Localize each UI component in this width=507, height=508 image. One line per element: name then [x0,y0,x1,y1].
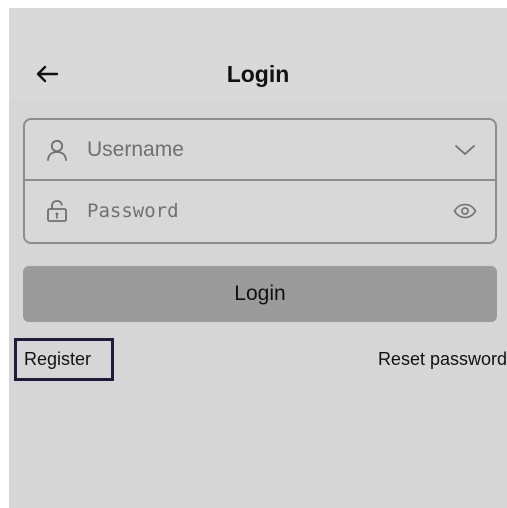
toggle-password-visibility-button[interactable] [449,195,481,227]
reset-password-link[interactable]: Reset password [378,344,507,374]
login-button[interactable]: Login [23,266,497,322]
password-input[interactable] [87,193,437,229]
chevron-down-icon [455,145,475,155]
login-form [23,118,497,244]
username-input[interactable] [87,132,437,168]
password-field [25,181,495,242]
register-link[interactable]: Register [14,338,114,381]
lock-icon [47,200,67,222]
eye-icon [453,203,477,219]
page-title: Login [226,61,290,87]
login-screen: Login Username Login Register Reset pass… [9,8,507,508]
username-field [25,120,495,181]
username-dropdown-button[interactable] [449,134,481,166]
user-icon [47,139,67,161]
app-bar: Login [9,8,507,100]
